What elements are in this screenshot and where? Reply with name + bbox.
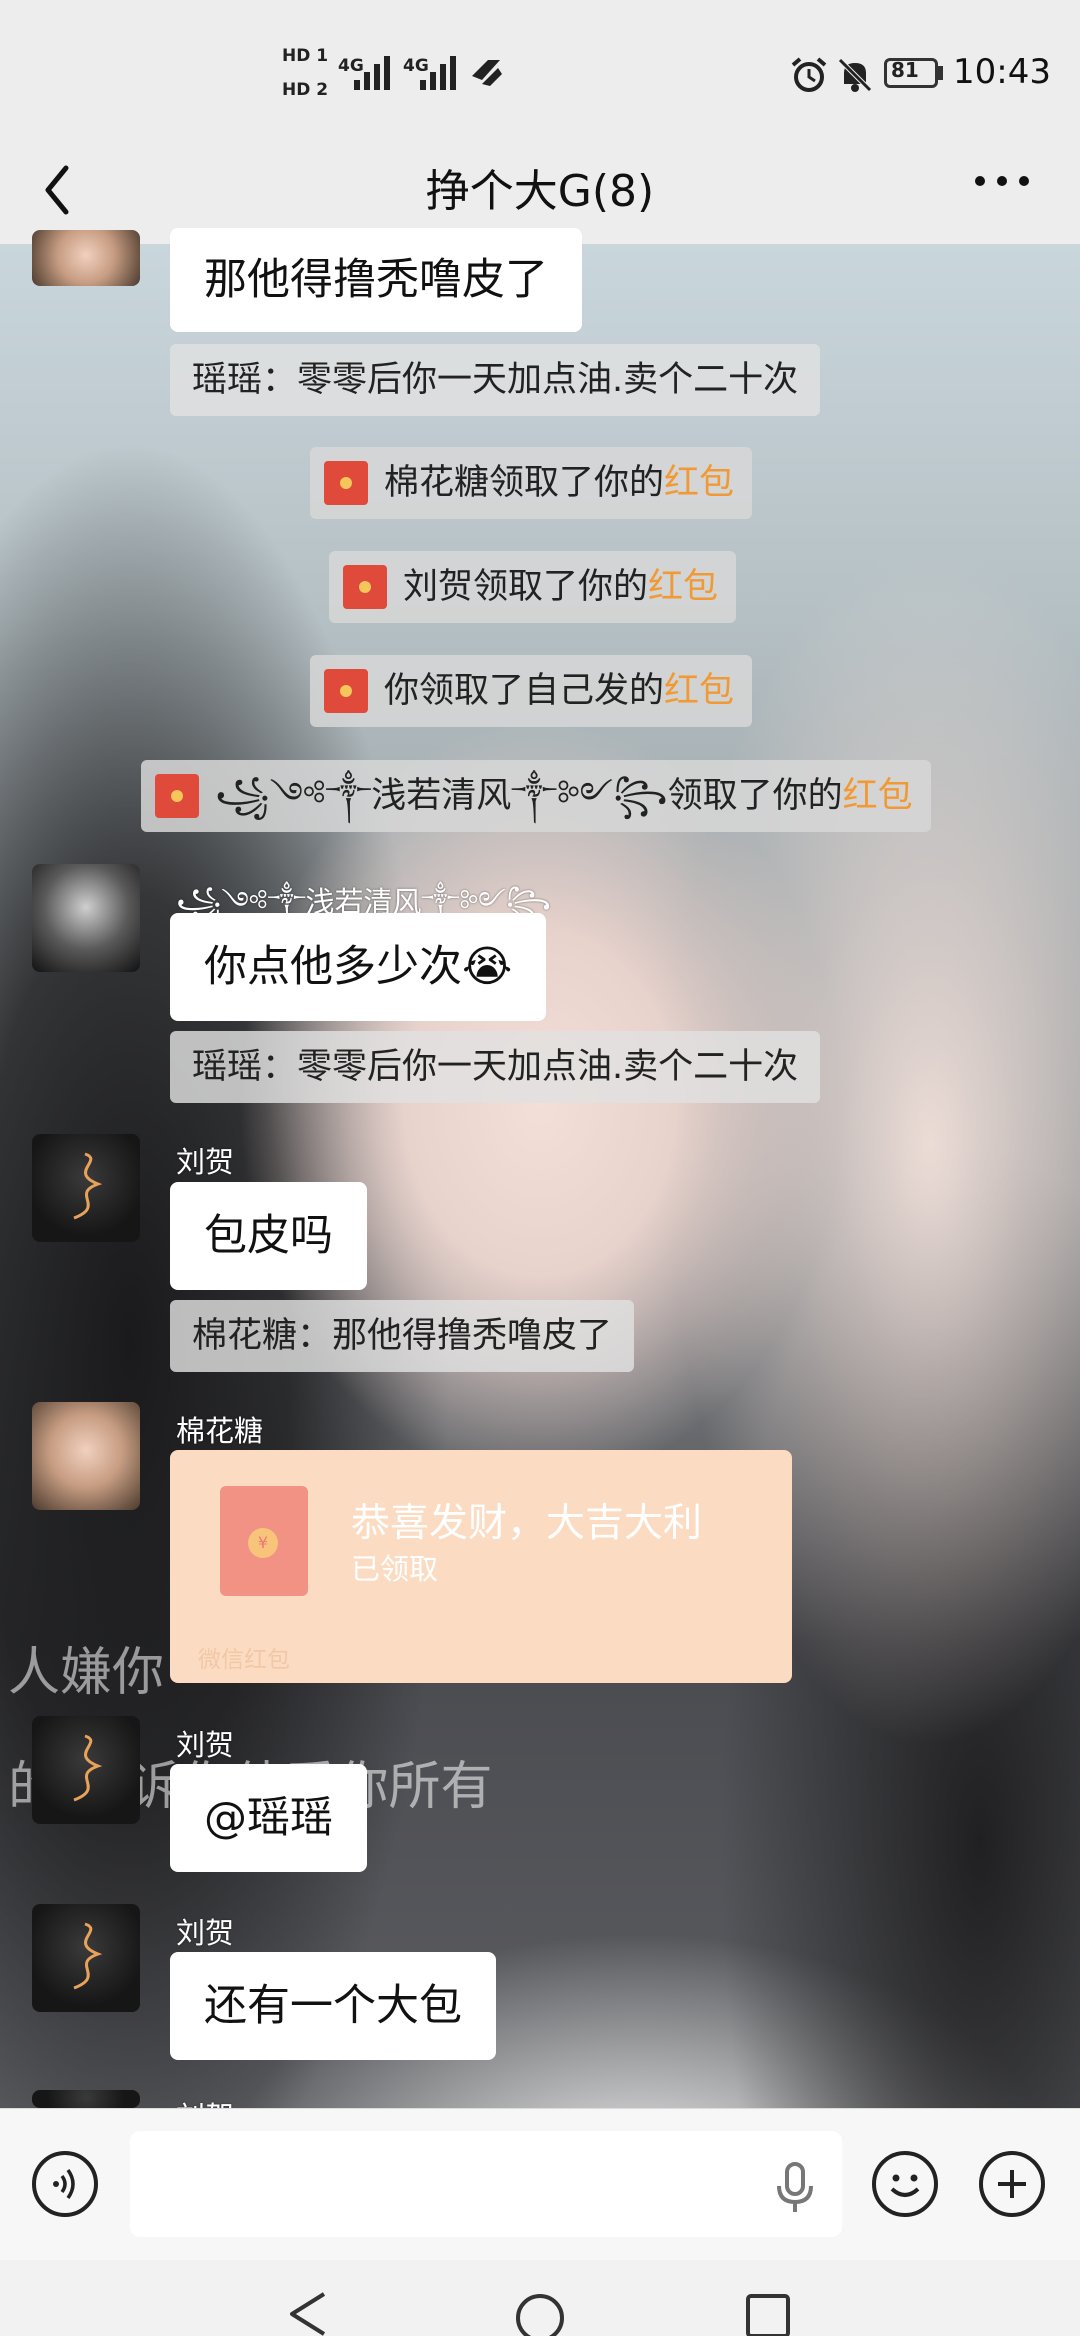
signal1-icon [354,56,390,90]
more-icon[interactable] [972,166,1032,196]
message-bubble[interactable]: @瑶瑶 [170,1764,367,1872]
red-packet-icon [155,774,199,818]
red-packet-link[interactable]: 红包 [664,463,734,503]
quoted-reply[interactable]: 瑶瑶：零零后你一天加点油.卖个二十次 [170,344,821,416]
avatar[interactable] [32,2090,140,2108]
message-bubble[interactable]: 那他得撸秃噜皮了 [170,228,582,332]
system-notice: 棉花糖领取了你的红包 [310,447,753,519]
system-notice: 刘贺领取了你的红包 [329,551,737,623]
avatar[interactable] [32,1716,140,1824]
red-packet-icon [343,565,387,609]
emoji-icon[interactable] [872,2151,938,2217]
avatar[interactable] [32,1402,140,1510]
plus-icon[interactable] [979,2151,1045,2217]
red-packet-status: 已领取 [351,1552,439,1586]
message-bubble[interactable]: 还有一个大包 [170,1952,496,2060]
mic-icon[interactable] [772,2160,818,2216]
system-notice: ꧁༺༒浅若清风༒༻꧂领取了你的红包 [141,760,931,832]
red-packet-title: 恭喜发财，大吉大利 [351,1501,703,1546]
sender-name: 刘贺 [176,2094,234,2108]
battery-tip [938,66,943,80]
envelope-icon: ¥ [220,1486,308,1596]
red-packet-icon [324,669,368,713]
sender-name: 刘贺 [176,1916,235,1950]
coin-icon: ¥ [248,1528,278,1558]
voice-icon[interactable] [32,2151,98,2217]
sim1-label: HD 1 [282,46,329,66]
quoted-reply[interactable]: 棉花糖：那他得撸秃噜皮了 [170,1300,635,1372]
red-packet-brand: 微信红包 [198,1647,290,1673]
sender-name: 刘贺 [176,1728,235,1762]
avatar[interactable] [32,230,140,286]
message-bubble[interactable]: 你点他多少次😭 [170,913,547,1021]
battery-icon: 81 [884,58,938,88]
mute-icon [838,58,872,92]
system-nav-bar [0,2260,1080,2336]
circle-home-icon[interactable] [512,2290,568,2336]
quoted-reply[interactable]: 瑶瑶：零零后你一天加点油.卖个二十次 [170,1031,821,1103]
wifi-icon [472,60,502,86]
sim2-label: HD 2 [282,80,329,100]
message-input[interactable] [130,2131,842,2237]
alarm-icon [791,57,827,92]
sender-name: 刘贺 [176,1145,235,1179]
battery-level: 81 [891,58,919,82]
status-bar: HD 1 HD 2 4G 4G 81 10:43 [0,0,1080,140]
system-notice: 你领取了自己发的红包 [310,655,753,727]
red-packet-link[interactable]: 红包 [843,776,913,816]
avatar[interactable] [32,1134,140,1242]
red-packet-icon [324,461,368,505]
red-packet-card[interactable]: ¥ 恭喜发财，大吉大利 已领取 微信红包 [170,1450,792,1683]
clock: 10:43 [953,52,1051,92]
red-packet-link[interactable]: 红包 [648,567,718,607]
triangle-back-icon[interactable] [284,2290,334,2336]
background-caption-1: 人嫌你 [8,1643,165,1703]
chat-background: 人嫌你 的 告诉你他爱你所有 [0,244,1080,2108]
signal2-icon [420,56,456,90]
red-packet-link[interactable]: 红包 [664,671,734,711]
sender-name: 棉花糖 [176,1414,264,1448]
message-bubble[interactable]: 包皮吗 [170,1182,367,1290]
square-recent-icon[interactable] [744,2290,794,2336]
avatar[interactable] [32,864,140,972]
avatar[interactable] [32,1904,140,2012]
